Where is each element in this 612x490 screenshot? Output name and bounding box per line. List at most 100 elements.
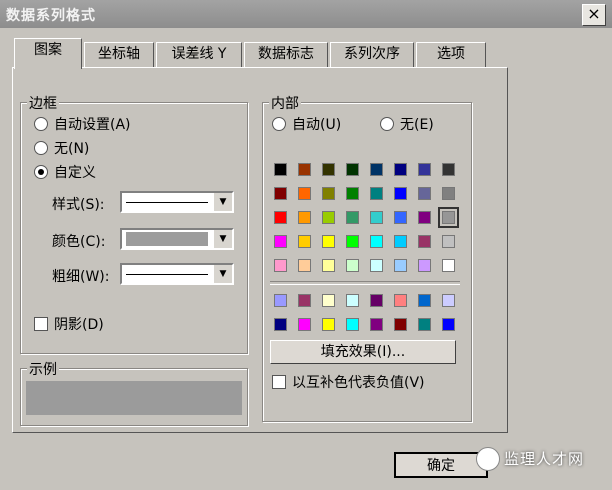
wechat-logo-icon	[476, 447, 500, 471]
color-swatch[interactable]	[346, 294, 359, 307]
color-swatch[interactable]	[346, 318, 359, 331]
border-custom-radio[interactable]: 自定义	[34, 164, 96, 182]
close-button[interactable]: ×	[582, 4, 606, 26]
radio-circle	[34, 117, 48, 131]
color-swatch[interactable]	[394, 259, 407, 272]
color-swatch[interactable]	[346, 187, 359, 200]
tab-series-order[interactable]: 系列次序	[330, 42, 414, 67]
color-swatch[interactable]	[438, 207, 459, 228]
ok-button[interactable]: 确定	[394, 452, 488, 478]
color-swatch[interactable]	[418, 294, 431, 307]
area-group-label: 内部	[269, 93, 301, 113]
color-swatch[interactable]	[370, 187, 383, 200]
palette-separator	[270, 281, 460, 285]
border-custom-label: 自定义	[54, 165, 96, 181]
color-swatch[interactable]	[418, 235, 431, 248]
color-swatch[interactable]	[322, 163, 335, 176]
color-swatch[interactable]	[442, 318, 455, 331]
title-bar: 数据系列格式 ×	[0, 0, 612, 28]
color-swatch[interactable]	[274, 163, 287, 176]
color-swatch[interactable]	[394, 235, 407, 248]
color-swatch[interactable]	[442, 235, 455, 248]
tab-patterns[interactable]: 图案	[14, 38, 82, 69]
color-swatch[interactable]	[394, 294, 407, 307]
color-swatch[interactable]	[322, 259, 335, 272]
tab-axis[interactable]: 坐标轴	[84, 42, 154, 67]
color-swatch[interactable]	[274, 211, 287, 224]
color-swatch[interactable]	[298, 211, 311, 224]
color-swatch[interactable]	[274, 187, 287, 200]
color-swatch[interactable]	[442, 163, 455, 176]
area-auto-radio[interactable]: 自动(U)	[272, 116, 341, 134]
invert-negative-checkbox[interactable]: 以互补色代表负值(V)	[272, 374, 425, 392]
color-swatch[interactable]	[418, 211, 431, 224]
color-swatch[interactable]	[442, 294, 455, 307]
color-swatch[interactable]	[346, 259, 359, 272]
radio-circle	[34, 141, 48, 155]
color-swatch[interactable]	[370, 163, 383, 176]
color-swatch[interactable]	[394, 211, 407, 224]
dialog-window: 数据系列格式 × 图案 坐标轴 误差线 Y 数据标志 系列次序 选项 边框 自动…	[0, 0, 612, 490]
area-none-radio[interactable]: 无(E)	[380, 116, 434, 134]
border-auto-label: 自动设置(A)	[54, 117, 131, 133]
color-swatch[interactable]	[442, 259, 455, 272]
shadow-checkbox[interactable]: 阴影(D)	[34, 316, 104, 334]
sample-preview	[26, 381, 242, 415]
color-swatch[interactable]	[370, 294, 383, 307]
color-swatch[interactable]	[274, 294, 287, 307]
color-swatch[interactable]	[370, 259, 383, 272]
radio-circle-selected	[34, 165, 48, 179]
color-swatch[interactable]	[394, 163, 407, 176]
chevron-down-icon[interactable]: ▼	[213, 230, 232, 248]
line-color-sample	[126, 232, 208, 246]
color-swatch[interactable]	[442, 187, 455, 200]
checkbox-box	[34, 317, 48, 331]
checkbox-box	[272, 375, 286, 389]
line-weight-dropdown[interactable]: ▼	[120, 263, 234, 285]
chevron-down-icon[interactable]: ▼	[213, 193, 232, 211]
tab-options[interactable]: 选项	[416, 42, 486, 67]
fill-effects-button[interactable]: 填充效果(I)...	[270, 340, 456, 364]
chevron-down-icon[interactable]: ▼	[213, 265, 232, 283]
color-swatch[interactable]	[346, 163, 359, 176]
line-color-dropdown[interactable]: ▼	[120, 228, 234, 250]
color-swatch[interactable]	[418, 163, 431, 176]
color-swatch[interactable]	[346, 235, 359, 248]
color-swatch[interactable]	[274, 235, 287, 248]
weight-label: 粗细(W):	[52, 269, 110, 285]
color-swatch[interactable]	[298, 318, 311, 331]
color-swatch[interactable]	[298, 235, 311, 248]
color-swatch[interactable]	[322, 294, 335, 307]
color-swatch[interactable]	[394, 187, 407, 200]
tab-y-error-bars[interactable]: 误差线 Y	[156, 42, 242, 67]
line-style-dropdown[interactable]: ▼	[120, 191, 234, 213]
color-swatch[interactable]	[298, 163, 311, 176]
color-label: 颜色(C):	[52, 234, 106, 250]
border-none-radio[interactable]: 无(N)	[34, 140, 89, 158]
color-swatch[interactable]	[274, 259, 287, 272]
dialog-title: 数据系列格式	[6, 8, 96, 24]
color-swatch[interactable]	[298, 259, 311, 272]
color-swatch[interactable]	[322, 318, 335, 331]
color-swatch[interactable]	[370, 211, 383, 224]
area-auto-label: 自动(U)	[292, 117, 342, 133]
color-swatch[interactable]	[298, 294, 311, 307]
color-swatch[interactable]	[418, 318, 431, 331]
watermark-text: 监理人才网	[504, 450, 585, 468]
color-swatch[interactable]	[322, 235, 335, 248]
border-auto-radio[interactable]: 自动设置(A)	[34, 116, 131, 134]
color-swatch[interactable]	[274, 318, 287, 331]
color-swatch[interactable]	[418, 187, 431, 200]
sample-group-label: 示例	[27, 359, 59, 379]
color-swatch[interactable]	[298, 187, 311, 200]
border-none-label: 无(N)	[54, 141, 90, 157]
color-swatch[interactable]	[370, 318, 383, 331]
shadow-label: 阴影(D)	[54, 317, 104, 333]
tab-data-labels[interactable]: 数据标志	[244, 42, 328, 67]
color-swatch[interactable]	[322, 187, 335, 200]
color-swatch[interactable]	[346, 211, 359, 224]
color-swatch[interactable]	[394, 318, 407, 331]
color-swatch[interactable]	[370, 235, 383, 248]
color-swatch[interactable]	[418, 259, 431, 272]
color-swatch[interactable]	[322, 211, 335, 224]
